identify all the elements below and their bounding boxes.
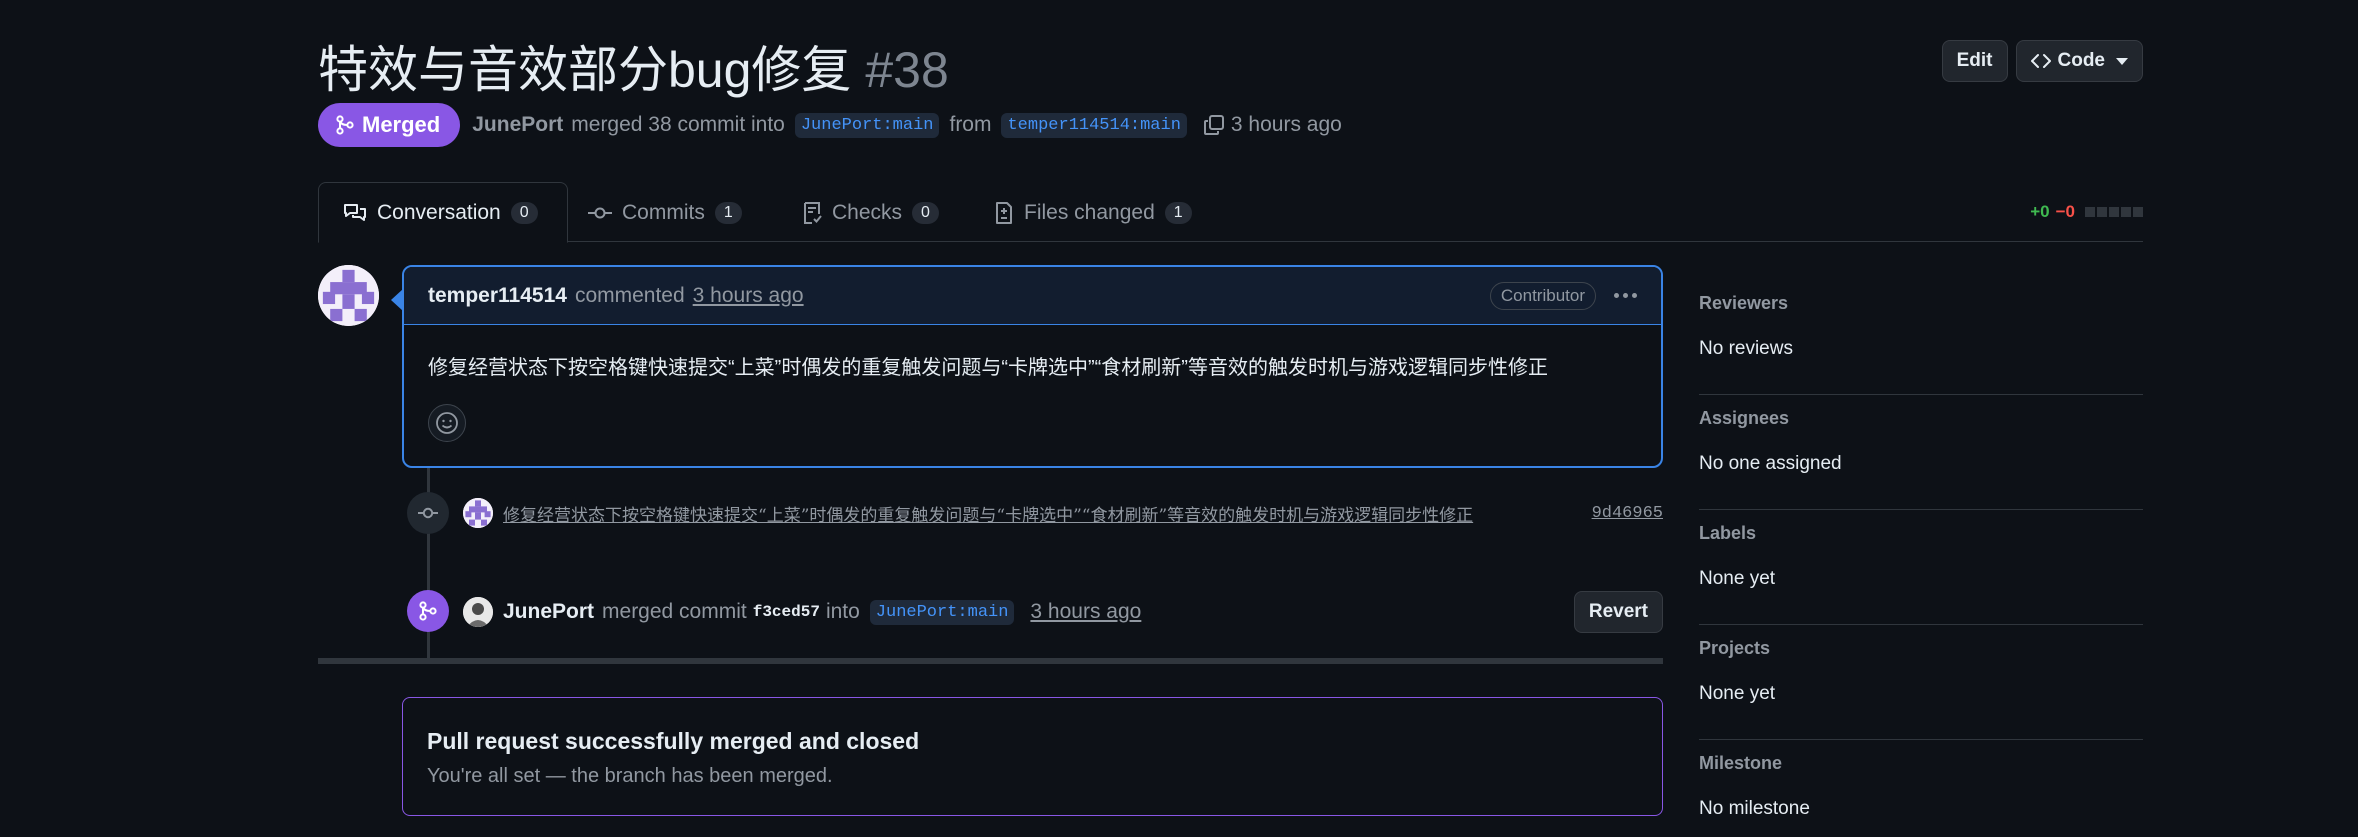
comment-box: temper114514 commented 3 hours ago Contr… (391, 265, 1663, 468)
base-branch-link[interactable]: JunePort:main (794, 112, 940, 138)
sidebar-milestone: Milestone No milestone (1699, 740, 2143, 837)
timeline-end-divider (318, 658, 1663, 664)
merge-branch-link[interactable]: JunePort:main (869, 599, 1015, 625)
tab-commits-label: Commits (622, 200, 705, 224)
sidebar-labels-value: None yet (1699, 568, 1776, 589)
pr-title: 特效与音效部分bug修复 #38 (318, 30, 949, 102)
contributor-badge: Contributor (1489, 281, 1596, 310)
kebab-menu-icon[interactable] (1614, 293, 1637, 298)
checklist-icon (804, 201, 822, 224)
diffstat: +0 −0 (2030, 202, 2143, 222)
copy-icon[interactable] (1203, 114, 1225, 136)
comment-body: 修复经营状态下按空格键快速提交“上菜”时偶发的重复触发问题与“卡牌选中”“食材刷… (428, 357, 1548, 379)
sidebar-assignees-title[interactable]: Assignees (1699, 408, 2143, 429)
merge-commit-sha-link[interactable]: f3ced57 (753, 603, 820, 621)
pr-title-text: 特效与音效部分bug修复 (318, 42, 852, 98)
user-photo-avatar (463, 597, 493, 627)
tab-commits-count: 1 (714, 201, 742, 224)
merged-text: merged 38 commit into (571, 113, 785, 136)
timeline-merge-event: JunePort merged commit f3ced57 into June… (463, 591, 1663, 633)
sidebar-reviewers: Reviewers No reviews (1699, 280, 2143, 395)
sidebar-labels: Labels None yet (1699, 510, 2143, 625)
tab-conversation-label: Conversation (377, 200, 501, 224)
timeline-commit: 修复经营状态下按空格键快速提交“上菜”时偶发的重复触发问题与“卡牌选中”“食材刷… (463, 497, 1663, 529)
smiley-icon (436, 412, 458, 434)
merged-status-badge: Merged (318, 103, 461, 147)
commit-icon (418, 507, 438, 519)
pr-tabs: Conversation 0 Commits 1 Checks 0 Files … (318, 182, 2143, 243)
sidebar-labels-title[interactable]: Labels (1699, 523, 2143, 544)
merge-time-link[interactable]: 3 hours ago (1030, 600, 1141, 624)
avatar[interactable] (463, 597, 493, 627)
merged-box-title: Pull request successfully merged and clo… (427, 728, 920, 754)
identicon-avatar (318, 265, 379, 326)
merge-node (407, 590, 449, 632)
git-merge-icon (419, 601, 437, 621)
git-merge-icon (336, 115, 354, 135)
diffstat-blocks (2085, 207, 2143, 217)
comment-author-link[interactable]: temper114514 (428, 284, 567, 308)
sidebar-projects: Projects None yet (1699, 625, 2143, 740)
header-actions: Edit Code (1941, 40, 2143, 82)
code-button[interactable]: Code (2015, 40, 2143, 82)
avatar[interactable] (318, 265, 379, 326)
pr-number: #38 (865, 42, 949, 98)
edit-button-label: Edit (1956, 50, 1993, 71)
sidebar-reviewers-title[interactable]: Reviewers (1699, 293, 2143, 314)
avatar[interactable] (463, 498, 493, 528)
pr-sidebar: Reviewers No reviews Assignees No one as… (1699, 280, 2143, 837)
conversation-icon (344, 203, 366, 221)
comment-time-link[interactable]: 3 hours ago (693, 284, 804, 308)
merged-status-box: Pull request successfully merged and clo… (402, 697, 1663, 816)
chevron-down-icon (2116, 57, 2128, 65)
comment-action: commented (574, 283, 685, 307)
tab-files-changed[interactable]: Files changed 1 (994, 182, 1192, 243)
commit-node (407, 492, 449, 534)
sidebar-milestone-value: No milestone (1699, 798, 1810, 819)
sidebar-reviewers-value: No reviews (1699, 338, 1793, 359)
merged-status-label: Merged (362, 112, 441, 137)
add-reaction-button[interactable] (428, 404, 466, 442)
into-text: into (825, 600, 860, 623)
revert-button[interactable]: Revert (1573, 591, 1663, 633)
code-button-label: Code (2057, 50, 2106, 71)
diffstat-deletions: −0 (2055, 202, 2075, 221)
identicon-avatar (463, 498, 493, 528)
comment-header: temper114514 commented 3 hours ago Contr… (404, 267, 1661, 325)
revert-button-label: Revert (1588, 601, 1648, 622)
tab-conversation-count: 0 (510, 201, 538, 224)
merge-author-link[interactable]: JunePort (503, 600, 594, 624)
merged-box-subtitle: You're all set — the branch has been mer… (427, 765, 833, 787)
commit-sha-link[interactable]: 9d46965 (1592, 504, 1663, 523)
tab-checks[interactable]: Checks 0 (802, 182, 939, 243)
tab-conversation[interactable]: Conversation 0 (318, 182, 568, 243)
tab-files-changed-count: 1 (1164, 201, 1192, 224)
pr-meta: Merged JunePort merged 38 commit into Ju… (318, 103, 1342, 147)
commit-icon (588, 207, 612, 218)
pr-time: 3 hours ago (1230, 113, 1342, 136)
tab-checks-count: 0 (912, 201, 939, 224)
diffstat-additions: +0 (2030, 202, 2050, 221)
from-text: from (949, 113, 992, 136)
tab-files-changed-label: Files changed (1024, 200, 1155, 224)
sidebar-projects-value: None yet (1699, 683, 1776, 704)
code-icon (2030, 54, 2051, 68)
tab-commits[interactable]: Commits 1 (588, 182, 742, 243)
sidebar-projects-title[interactable]: Projects (1699, 638, 2143, 659)
sidebar-milestone-title[interactable]: Milestone (1699, 753, 2143, 774)
sidebar-assignees: Assignees No one assigned (1699, 395, 2143, 510)
edit-button[interactable]: Edit (1941, 40, 2008, 82)
head-branch-link[interactable]: temper114514:main (1001, 112, 1187, 138)
pr-author-link[interactable]: JunePort (472, 113, 563, 137)
sidebar-assignees-value: No one assigned (1699, 453, 1842, 474)
file-diff-icon (996, 201, 1012, 224)
tab-checks-label: Checks (832, 200, 903, 224)
merge-text: merged commit (602, 600, 747, 623)
commit-message-link[interactable]: 修复经营状态下按空格键快速提交“上菜”时偶发的重复触发问题与“卡牌选中”“食材刷… (503, 501, 1473, 526)
